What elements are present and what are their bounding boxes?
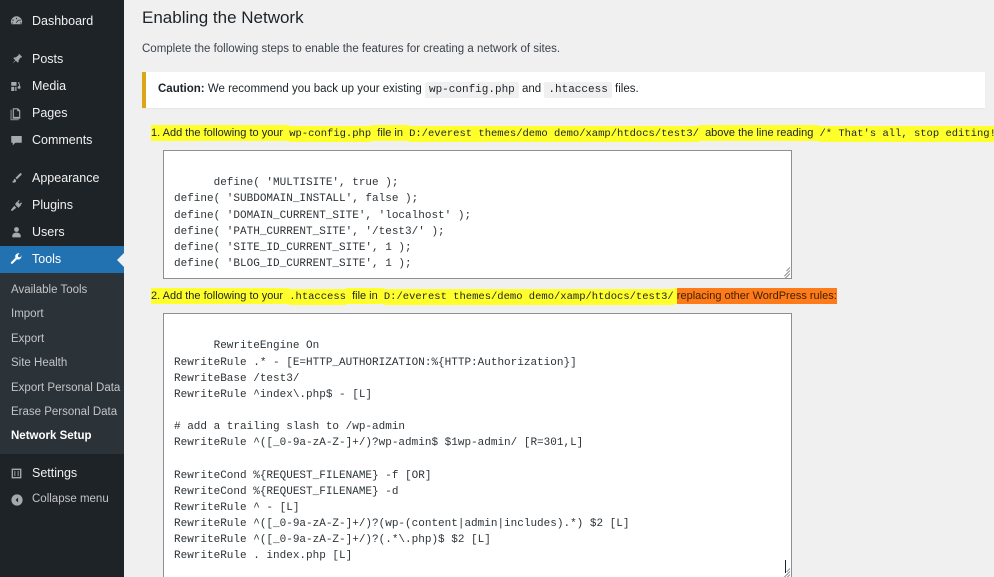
plugins-icon	[8, 197, 25, 214]
page-title: Enabling the Network	[142, 8, 304, 27]
step2-path: D:/everest themes/demo demo/xamp/htdocs/…	[383, 289, 674, 306]
resize-handle-icon[interactable]	[775, 563, 791, 577]
caution-text-2: and	[522, 83, 542, 96]
collapse-arrow-icon	[8, 492, 25, 509]
step1-file: wp-config.php	[289, 125, 372, 142]
comments-icon	[8, 132, 25, 149]
step2-replacing: replacing other WordPress rules:	[676, 288, 837, 305]
step-1-instruction: 1. Add the following to your wp-config.p…	[151, 124, 994, 142]
htaccess-code-textarea[interactable]: RewriteEngine On RewriteRule .* - [E=HTT…	[163, 313, 792, 577]
step2-middle: file in	[352, 288, 378, 305]
sidebar-item-plugins[interactable]: Plugins	[0, 192, 124, 219]
step1-after: above the line reading	[705, 124, 814, 141]
sidebar-separator	[0, 154, 124, 165]
sidebar-item-pages[interactable]: Pages	[0, 100, 124, 127]
sidebar-item-label: Media	[32, 79, 67, 94]
sidebar-item-dashboard[interactable]: Dashboard	[0, 8, 124, 35]
step-2-instruction: 2. Add the following to your .htaccess f…	[151, 288, 994, 306]
sidebar-item-label: Tools	[32, 252, 62, 267]
caution-notice: Caution: We recommend you back up your e…	[142, 72, 985, 108]
sidebar-item-label: Pages	[32, 106, 68, 121]
sidebar-item-posts[interactable]: Posts	[0, 46, 124, 73]
page-intro: Complete the following steps to enable t…	[142, 43, 561, 56]
sidebar-item-settings[interactable]: Settings	[0, 460, 124, 487]
sidebar-item-label: Users	[32, 225, 65, 240]
sidebar-item-import[interactable]: Import	[0, 302, 124, 326]
sidebar-item-label: Comments	[32, 133, 93, 148]
caution-text-3: files.	[615, 83, 639, 96]
admin-screen: Dashboard Posts Media Pages Comments App…	[0, 0, 994, 577]
sidebar-item-export[interactable]: Export	[0, 327, 124, 351]
sidebar-item-network-setup[interactable]: Network Setup	[0, 424, 124, 448]
users-icon	[8, 224, 25, 241]
caution-lead: Caution:	[158, 83, 205, 96]
tools-submenu: Available Tools Import Export Site Healt…	[0, 273, 124, 454]
sidebar-item-site-health[interactable]: Site Health	[0, 351, 124, 375]
sidebar-item-export-personal-data[interactable]: Export Personal Data	[0, 376, 124, 400]
wp-config-code-text: define( 'MULTISITE', true ); define( 'SU…	[174, 177, 472, 270]
admin-sidebar: Dashboard Posts Media Pages Comments App…	[0, 0, 124, 577]
sidebar-item-appearance[interactable]: Appearance	[0, 165, 124, 192]
wp-config-code-textarea[interactable]: define( 'MULTISITE', true ); define( 'SU…	[163, 150, 792, 280]
step2-file: .htaccess	[289, 289, 346, 306]
step1-path: D:/everest themes/demo demo/xamp/htdocs/…	[409, 125, 699, 142]
sidebar-item-label: Appearance	[32, 171, 100, 186]
wrench-icon	[8, 251, 25, 268]
caution-code-htaccess: .htaccess	[544, 82, 612, 99]
sidebar-bottom-menu: Settings Collapse menu	[0, 460, 124, 514]
sidebar-item-comments[interactable]: Comments	[0, 127, 124, 154]
dashboard-icon	[8, 13, 25, 30]
pages-icon	[8, 105, 25, 122]
sidebar-item-label: Dashboard	[32, 14, 94, 29]
collapse-menu-label: Collapse menu	[32, 493, 109, 506]
main-content: Enabling the Network Complete the follow…	[124, 0, 994, 577]
sidebar-item-erase-personal-data[interactable]: Erase Personal Data	[0, 400, 124, 424]
collapse-menu-button[interactable]: Collapse menu	[0, 487, 124, 514]
pin-icon	[8, 51, 25, 68]
sidebar-item-label: Settings	[32, 465, 78, 480]
sidebar-separator	[0, 35, 124, 46]
sidebar-item-label: Posts	[32, 52, 64, 67]
sidebar-item-users[interactable]: Users	[0, 219, 124, 246]
step1-middle: file in	[377, 124, 403, 141]
sidebar-item-label: Plugins	[32, 198, 73, 213]
resize-handle-icon[interactable]	[775, 262, 791, 279]
media-icon	[8, 78, 25, 95]
step1-marker: /* That's all, stop editing! Happy publi…	[819, 125, 994, 142]
sidebar-item-tools[interactable]: Tools	[0, 246, 124, 273]
settings-icon	[8, 465, 25, 482]
text-cursor	[785, 560, 786, 574]
sidebar-main-menu: Dashboard Posts Media Pages Comments App…	[0, 0, 124, 514]
step2-prefix: 2. Add the following to your	[151, 288, 284, 305]
caution-code-wp-config: wp-config.php	[424, 82, 519, 99]
step1-prefix: 1. Add the following to your	[151, 124, 284, 141]
sidebar-item-available-tools[interactable]: Available Tools	[0, 278, 124, 302]
sidebar-item-media[interactable]: Media	[0, 73, 124, 100]
caution-text-1: We recommend you back up your existing	[207, 83, 422, 96]
htaccess-code-text: RewriteEngine On RewriteRule .* - [E=HTT…	[174, 340, 630, 563]
paintbrush-icon	[8, 170, 25, 187]
